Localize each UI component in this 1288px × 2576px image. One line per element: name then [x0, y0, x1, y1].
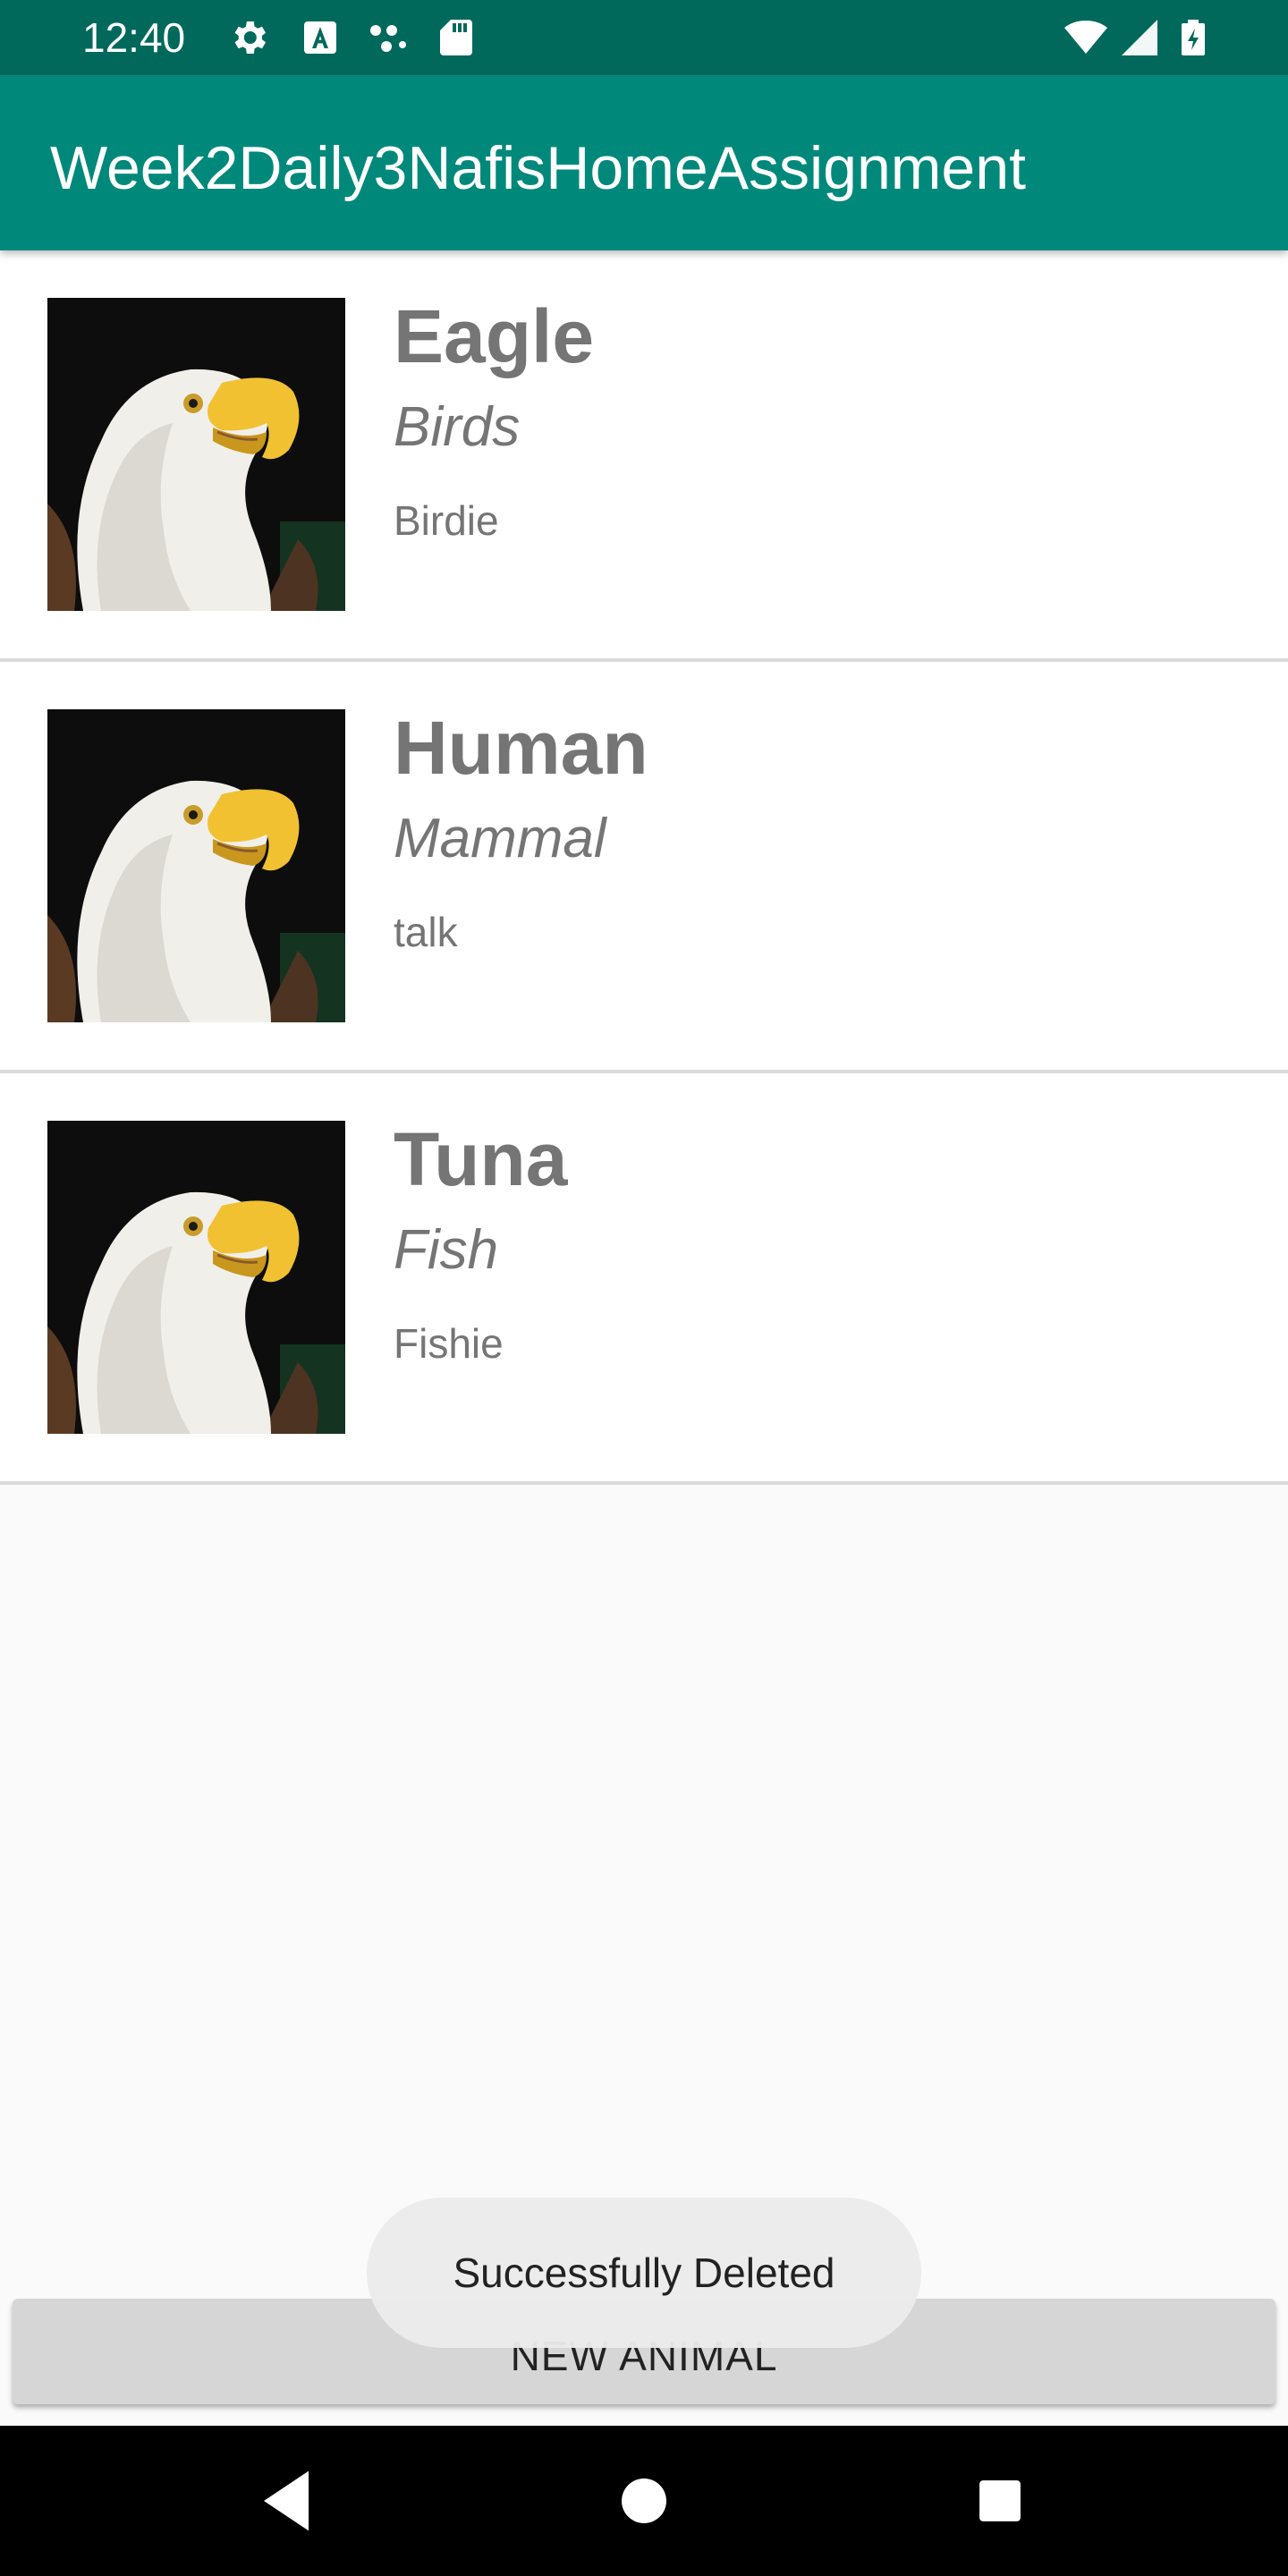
animal-sound: Birdie: [394, 497, 499, 544]
animal-name: Eagle: [394, 294, 595, 378]
recents-icon[interactable]: [955, 2456, 1045, 2546]
animal-type: Mammal: [394, 808, 606, 869]
signal-icon: [1122, 20, 1157, 55]
toast-message: Successfully Deleted: [367, 2198, 921, 2348]
status-bar: 12:40: [0, 0, 1288, 75]
list-item[interactable]: Human Mammal talk: [0, 662, 1288, 1073]
a-box-icon: [304, 21, 336, 54]
eagle-image: [47, 298, 345, 611]
animal-name: Human: [394, 706, 648, 790]
screen: 12:40 Week2Daily3NafisHomeAssignment Eag…: [0, 0, 1288, 2576]
home-icon[interactable]: [599, 2456, 689, 2546]
app-bar: Week2Daily3NafisHomeAssignment: [0, 75, 1288, 250]
eagle-image: [47, 709, 345, 1022]
animal-type: Fish: [394, 1219, 499, 1281]
list-item[interactable]: Tuna Fish Fishie: [0, 1073, 1288, 1485]
animal-sound: talk: [394, 909, 458, 955]
app-title: Week2Daily3NafisHomeAssignment: [50, 134, 1026, 202]
sd-card-icon: [440, 20, 472, 55]
battery-charging-icon: [1182, 20, 1205, 55]
eagle-image: [47, 1121, 345, 1434]
status-time: 12:40: [82, 14, 186, 61]
navigation-bar: [0, 2426, 1288, 2576]
back-icon[interactable]: [242, 2456, 331, 2546]
list-item[interactable]: Eagle Birds Birdie: [0, 250, 1288, 662]
wifi-icon: [1064, 21, 1107, 54]
animal-type: Birds: [394, 396, 521, 458]
animal-sound: Fishie: [394, 1320, 504, 1367]
gear-icon: [234, 21, 266, 54]
animal-name: Tuna: [394, 1117, 568, 1201]
dots-icon: [370, 25, 406, 52]
animal-list: Eagle Birds Birdie Human Mammal talk Tun…: [0, 250, 1288, 1485]
